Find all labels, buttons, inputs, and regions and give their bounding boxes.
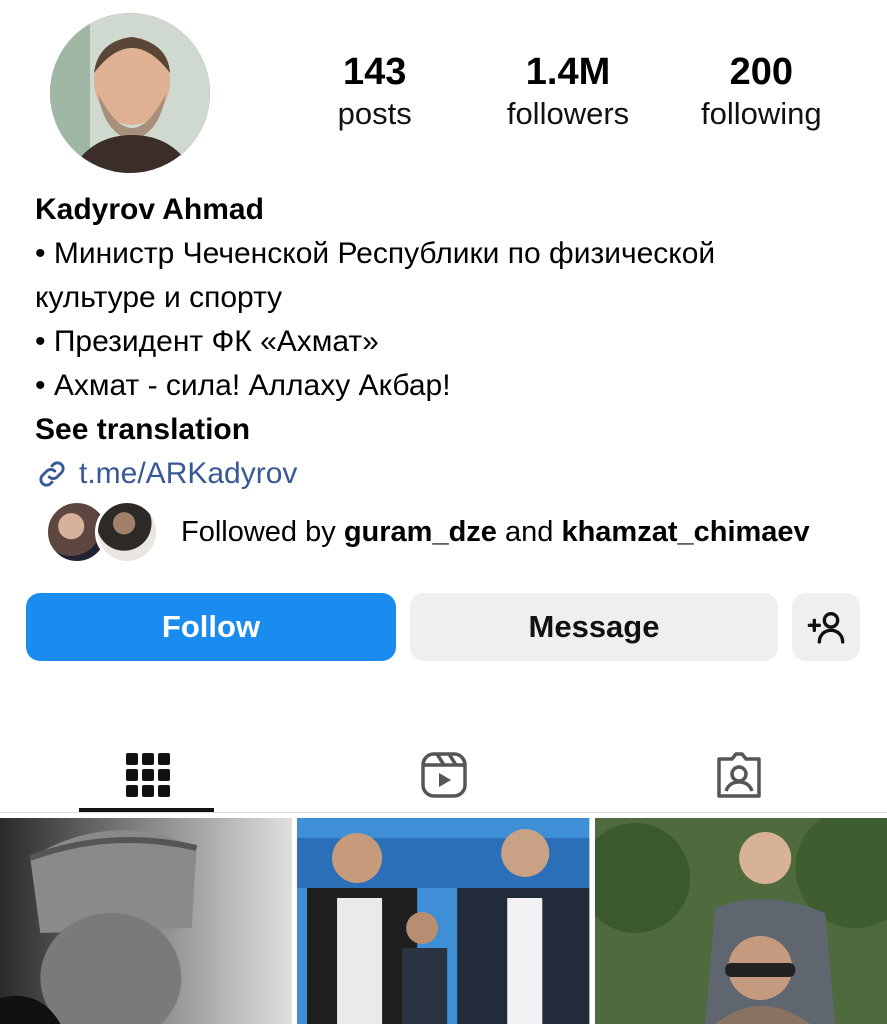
stat-followers[interactable]: 1.4M followers [471,50,664,134]
tabs-divider [0,812,887,813]
posts-count: 143 [342,51,407,93]
message-button[interactable]: Message [410,593,778,661]
followers-count: 1.4M [525,51,611,93]
post-image [297,818,590,1024]
tab-reels[interactable] [296,735,592,815]
tagged-icon [717,752,761,798]
followed-by-user: guram_dze [343,515,497,548]
mutual-avatars [45,500,165,564]
post-thumbnail[interactable] [297,818,590,1024]
profile-link[interactable]: t.me/ARKadyrov [35,452,865,496]
followers-label: followers [506,96,630,131]
profile-name: Kadyrov Ahmad [35,193,264,226]
bio-line: • Министр Чеченской Республики по физиче… [35,237,716,270]
grid-icon [125,753,170,797]
bio-line: • Ахмат - сила! Аллаху Акбар! [35,369,451,402]
stat-posts[interactable]: 143 posts [278,50,471,134]
posts-grid [0,818,887,1024]
profile-photo [50,13,210,173]
link-icon [39,461,65,487]
post-thumbnail[interactable] [0,818,293,1024]
profile-bio: Kadyrov Ahmad • Министр Чеченской Респуб… [35,188,865,496]
post-image [0,818,293,1024]
profile-tabs [0,735,887,815]
tab-posts-grid[interactable] [0,735,296,815]
followed-by-prefix: Followed by [181,515,336,548]
reels-icon [420,752,467,798]
active-tab-indicator [79,808,214,812]
profile-page: 143 posts 1.4M followers 200 following K… [0,0,887,1024]
bio-line: культуре и спорту [35,281,283,314]
followed-by-user: khamzat_chimaev [561,515,810,548]
post-image [594,818,887,1024]
stat-following[interactable]: 200 following [665,50,858,134]
see-translation-link[interactable]: See translation [35,408,865,452]
posts-label: posts [337,96,412,131]
add-person-icon [807,612,845,644]
followed-by-row[interactable]: Followed by guram_dze and khamzat_chimae… [45,500,810,564]
profile-stats: 143 posts 1.4M followers 200 following [278,50,858,134]
profile-actions: Follow Message [26,593,860,661]
link-text: t.me/ARKadyrov [79,457,298,490]
followed-by-joiner: and [504,515,554,548]
following-label: following [701,96,822,131]
tab-tagged[interactable] [591,735,887,815]
following-count: 200 [729,51,794,93]
post-thumbnail[interactable] [594,818,887,1024]
mutual-avatar [95,500,159,564]
profile-avatar[interactable] [50,13,210,173]
suggested-users-button[interactable] [792,593,860,661]
bio-line: • Президент ФК «Ахмат» [35,325,379,358]
follow-button[interactable]: Follow [26,593,396,661]
